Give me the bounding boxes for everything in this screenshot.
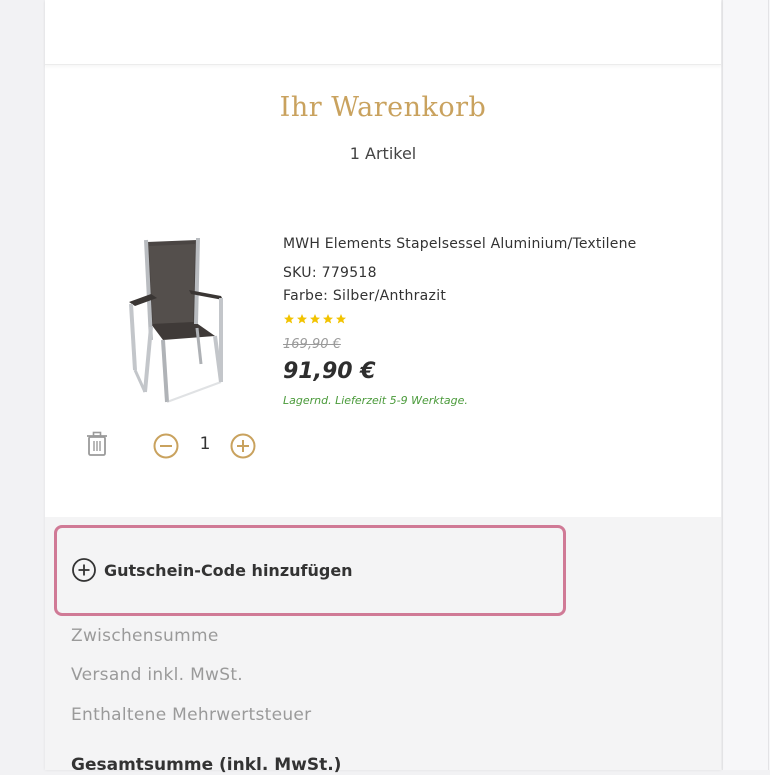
top-header-bar <box>45 0 721 65</box>
tax-label: Enthaltene Mehrwertsteuer <box>71 705 312 725</box>
star-icon <box>284 314 294 324</box>
page-right-edge <box>722 0 770 770</box>
quantity-value[interactable]: 1 <box>195 434 215 454</box>
cart-panel: Ihr Warenkorb 1 Artikel MWH Elements Sta… <box>45 0 721 775</box>
product-color: Farbe: Silber/Anthrazit <box>283 288 447 304</box>
order-summary: Gutschein-Code hinzufügen Zwischensumme … <box>45 517 721 775</box>
star-icon <box>336 314 346 324</box>
minus-circle-icon[interactable] <box>153 433 179 459</box>
plus-circle-icon <box>72 558 96 582</box>
shipping-label: Versand inkl. MwSt. <box>71 665 244 685</box>
add-coupon-button[interactable]: Gutschein-Code hinzufügen <box>54 525 566 616</box>
product-old-price: 169,90 € <box>283 337 341 352</box>
plus-circle-icon[interactable] <box>230 433 256 459</box>
product-rating <box>283 313 347 327</box>
total-label: Gesamtsumme (inkl. MwSt.) <box>71 755 342 775</box>
edge-divider <box>768 0 769 770</box>
star-icon <box>297 314 307 324</box>
product-sku: SKU: 779518 <box>283 265 377 281</box>
product-name[interactable]: MWH Elements Stapelsessel Aluminium/Text… <box>283 236 636 252</box>
product-price: 91,90 € <box>283 359 376 384</box>
trash-icon[interactable] <box>85 431 109 457</box>
product-image[interactable] <box>111 232 241 407</box>
star-icon <box>323 314 333 324</box>
star-icon <box>310 314 320 324</box>
cart-item-count: 1 Artikel <box>349 144 417 163</box>
delivery-status: Lagernd. Lieferzeit 5-9 Werktage. <box>283 394 468 407</box>
chair-seat <box>151 322 215 340</box>
subtotal-label: Zwischensumme <box>71 626 219 646</box>
cart-title: Ihr Warenkorb <box>279 92 487 123</box>
coupon-label: Gutschein-Code hinzufügen <box>104 561 353 580</box>
